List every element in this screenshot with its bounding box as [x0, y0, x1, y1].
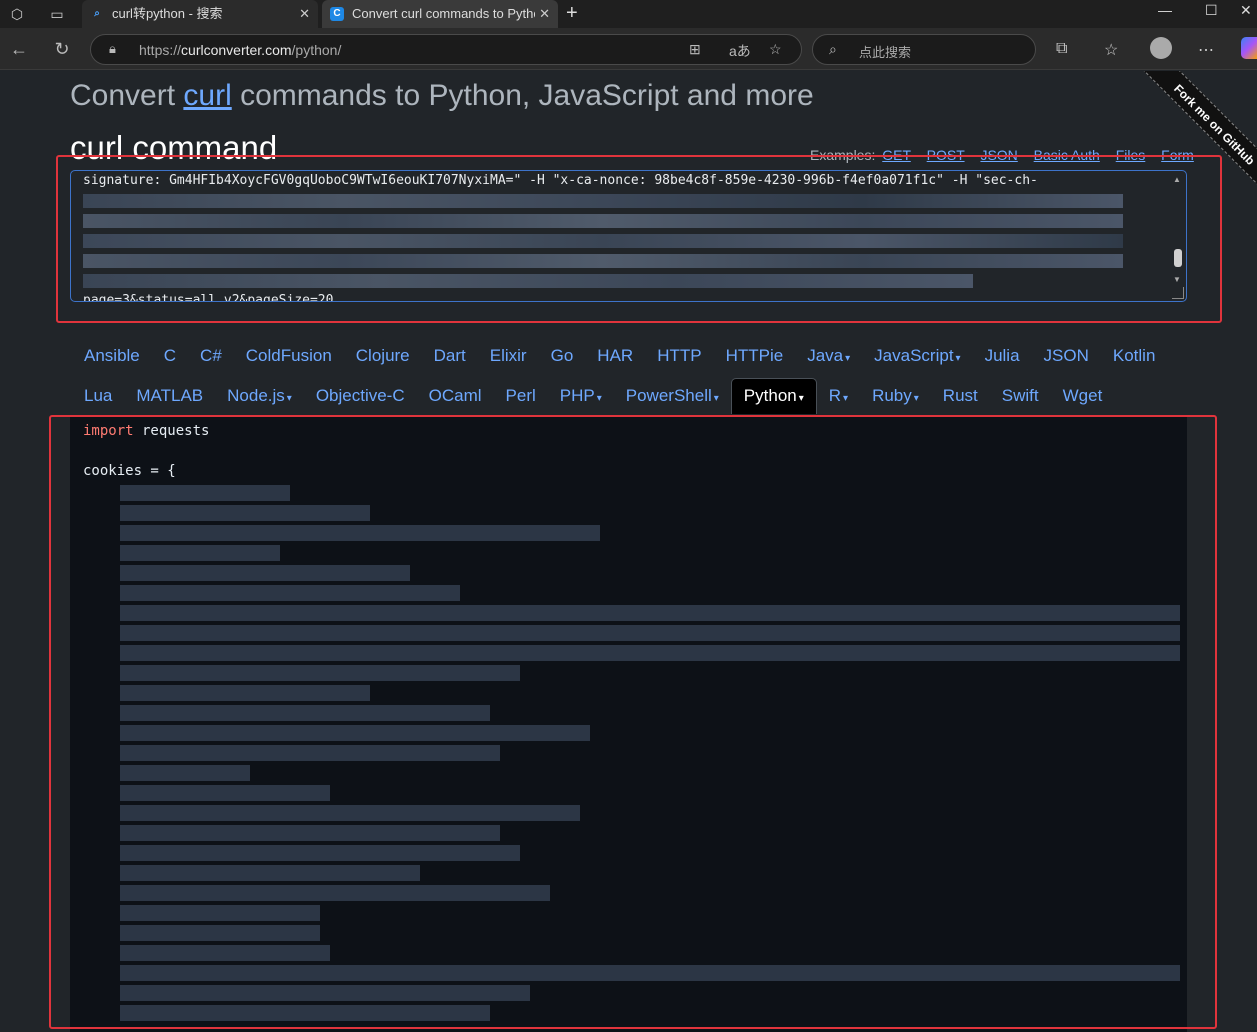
language-tab-objective-c[interactable]: Objective-C [304, 378, 417, 414]
highlight-box-output [49, 415, 1217, 1029]
language-tab-c[interactable]: C [152, 338, 188, 374]
tab-search[interactable]: ⌕ curl转python - 搜索 ✕ [82, 0, 318, 28]
language-tab-matlab[interactable]: MATLAB [124, 378, 215, 414]
profile-avatar[interactable] [1150, 37, 1172, 59]
dropdown-caret-icon: ▾ [845, 353, 851, 364]
close-tab-icon[interactable]: ✕ [535, 0, 550, 28]
tab-title: Convert curl commands to Python [352, 6, 548, 21]
curlconverter-favicon-icon: C [330, 7, 344, 21]
language-tab-coldfusion[interactable]: ColdFusion [234, 338, 344, 374]
language-tab-kotlin[interactable]: Kotlin [1101, 338, 1168, 374]
new-tab-icon[interactable]: + [566, 2, 578, 25]
language-tab-php[interactable]: PHP ▾ [548, 378, 614, 414]
search-favicon-icon: ⌕ [94, 8, 100, 19]
language-tab-r[interactable]: R ▾ [817, 378, 860, 414]
language-tab-ocaml[interactable]: OCaml [417, 378, 494, 414]
language-tab-dart[interactable]: Dart [422, 338, 478, 374]
close-tab-icon[interactable]: ✕ [299, 0, 310, 28]
tab-curlconverter[interactable]: C Convert curl commands to Python ✕ [322, 0, 558, 28]
highlight-box-input [56, 155, 1222, 323]
search-box[interactable]: ⌕ 点此搜索 [812, 34, 1036, 65]
language-tabs-row-1: Ansible C C# ColdFusion Clojure Dart Elixir Go H… [72, 338, 1167, 374]
language-tab-ruby[interactable]: Ruby ▾ [860, 378, 931, 414]
browser-nav-bar: ← ↻ 🔒︎ https://curlconverter.com/python/… [0, 28, 1257, 70]
language-tab-node-js[interactable]: Node.js ▾ [215, 378, 304, 414]
tab-actions-icon[interactable]: ▭ [46, 4, 68, 24]
refresh-icon[interactable]: ↻ [51, 38, 73, 60]
language-tab-javascript[interactable]: JavaScript ▾ [862, 338, 972, 374]
search-icon: ⌕ [829, 41, 837, 57]
page-content: Convert curl commands to Python, JavaScr… [0, 71, 1257, 1032]
language-tab-java[interactable]: Java ▾ [795, 338, 862, 374]
tab-title: curl转python - 搜索 [112, 6, 223, 21]
language-tab-json[interactable]: JSON [1032, 338, 1101, 374]
close-window-icon[interactable]: ✕ [1240, 2, 1252, 19]
language-tab-julia[interactable]: Julia [973, 338, 1032, 374]
dropdown-caret-icon: ▾ [798, 393, 804, 404]
language-tab-ansible[interactable]: Ansible [72, 338, 152, 374]
language-tab-perl[interactable]: Perl [494, 378, 548, 414]
dropdown-caret-icon: ▾ [596, 393, 602, 404]
dropdown-caret-icon: ▾ [955, 353, 961, 364]
back-icon[interactable]: ← [8, 38, 30, 60]
language-tab-powershell[interactable]: PowerShell ▾ [614, 378, 731, 414]
language-tab-elixir[interactable]: Elixir [478, 338, 539, 374]
copilot-icon[interactable] [1241, 37, 1257, 59]
language-tab-lua[interactable]: Lua [72, 378, 124, 414]
dropdown-caret-icon: ▾ [286, 393, 292, 404]
language-tab-httpie[interactable]: HTTPie [714, 338, 796, 374]
language-tab-rust[interactable]: Rust [931, 378, 990, 414]
url-text: https://curlconverter.com/python/ [139, 42, 342, 58]
minimize-icon[interactable]: — [1158, 2, 1172, 18]
workspaces-icon[interactable]: ⬡ [6, 4, 28, 24]
language-tab-swift[interactable]: Swift [990, 378, 1051, 414]
page-title: Convert curl commands to Python, JavaScr… [70, 79, 814, 112]
maximize-icon[interactable]: ☐ [1205, 2, 1218, 19]
extensions-icon[interactable]: ⧉ [1056, 40, 1067, 58]
favorite-star-icon[interactable]: ☆ [769, 41, 782, 58]
language-tab-wget[interactable]: Wget [1051, 378, 1115, 414]
language-tab-python[interactable]: Python ▾ [730, 378, 817, 414]
favorites-icon[interactable]: ☆ [1104, 40, 1118, 60]
language-tab-c-[interactable]: C# [188, 338, 234, 374]
lock-icon: 🔒︎ [109, 41, 116, 56]
search-placeholder: 点此搜索 [859, 45, 912, 60]
language-tab-clojure[interactable]: Clojure [344, 338, 422, 374]
browser-tab-bar: ⬡ ▭ ⌕ curl转python - 搜索 ✕ C Convert curl … [0, 0, 1257, 28]
language-tab-go[interactable]: Go [539, 338, 586, 374]
language-tabs-row-2: Lua MATLAB Node.js ▾ Objective-C OCaml Perl PHP… [72, 378, 1114, 414]
dropdown-caret-icon: ▾ [913, 393, 919, 404]
read-aloud-icon[interactable]: aあ [729, 41, 751, 61]
language-tab-http[interactable]: HTTP [645, 338, 713, 374]
address-bar[interactable]: 🔒︎ https://curlconverter.com/python/ ⊞ a… [90, 34, 802, 65]
app-available-icon[interactable]: ⊞ [689, 41, 701, 58]
curl-link[interactable]: curl [183, 79, 231, 112]
language-tab-har[interactable]: HAR [585, 338, 645, 374]
dropdown-caret-icon: ▾ [713, 393, 719, 404]
dropdown-caret-icon: ▾ [843, 393, 849, 404]
more-menu-icon[interactable]: ⋯ [1198, 40, 1214, 60]
